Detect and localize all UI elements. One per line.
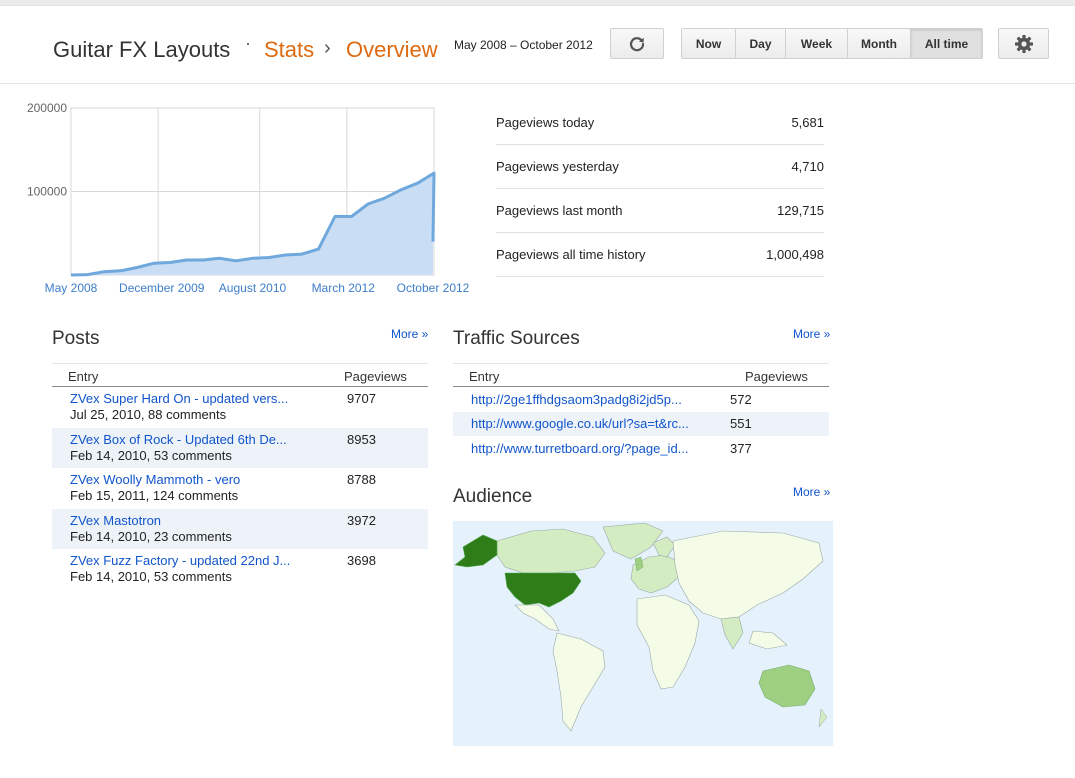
stat-row-yesterday: Pageviews yesterday 4,710 <box>496 145 824 189</box>
audience-title: Audience <box>453 486 533 507</box>
post-meta: Feb 14, 2010, 53 comments <box>70 447 232 463</box>
post-meta: Feb 14, 2010, 53 comments <box>70 569 232 584</box>
chart-x-tick-label: December 2009 <box>119 281 205 295</box>
breadcrumb-separator: › <box>324 37 331 59</box>
stat-value: 5,681 <box>791 115 824 130</box>
table-row: http://www.turretboard.org/?page_id... 3… <box>453 436 829 461</box>
range-month-button[interactable]: Month <box>848 29 911 58</box>
stat-row-last-month: Pageviews last month 129,715 <box>496 189 824 233</box>
stats-summary: Pageviews today 5,681 Pageviews yesterda… <box>496 101 824 277</box>
breadcrumb-dot: · <box>245 33 251 53</box>
refresh-icon <box>629 36 645 51</box>
chart-x-tick-label: March 2012 <box>312 281 376 295</box>
table-header: Entry Pageviews <box>453 363 829 387</box>
date-range: May 2008 – October 2012 <box>454 38 593 52</box>
posts-more-link[interactable]: More » <box>391 327 428 341</box>
post-views: 3698 <box>347 553 376 568</box>
col-entry: Entry <box>469 369 500 384</box>
traffic-views: 572 <box>730 391 752 407</box>
header: Guitar FX Layouts · Stats › Overview May… <box>0 7 1075 84</box>
range-alltime-button[interactable]: All time <box>911 29 982 58</box>
table-row: ZVex Box of Rock - Updated 6th De... Feb … <box>52 427 428 468</box>
posts-table: Entry Pageviews ZVex Super Hard On - upd… <box>52 363 428 590</box>
table-row: ZVex Super Hard On - updated vers... Jul … <box>52 387 428 428</box>
chart-x-tick-label: August 2010 <box>219 281 287 295</box>
stat-row-today: Pageviews today 5,681 <box>496 101 824 145</box>
refresh-button[interactable] <box>610 28 664 59</box>
post-link[interactable]: ZVex Mastotron <box>70 513 347 529</box>
stat-row-all-time: Pageviews all time history 1,000,498 <box>496 233 824 277</box>
traffic-link[interactable]: http://www.turretboard.org/?page_id... <box>453 441 730 456</box>
chart-x-tick-label: October 2012 <box>397 281 470 295</box>
chart-y-tick-label: 100000 <box>27 185 67 199</box>
traffic-more-link[interactable]: More » <box>793 327 830 341</box>
post-link[interactable]: ZVex Super Hard On - updated vers... <box>70 391 347 407</box>
stat-label: Pageviews last month <box>496 203 623 218</box>
blog-title[interactable]: Guitar FX Layouts <box>53 37 230 63</box>
stat-value: 4,710 <box>791 159 824 174</box>
table-header: Entry Pageviews <box>52 363 428 387</box>
range-day-button[interactable]: Day <box>736 29 786 58</box>
stat-label: Pageviews all time history <box>496 247 646 262</box>
stat-value: 129,715 <box>777 203 824 218</box>
traffic-link[interactable]: http://www.google.co.uk/url?sa=t&rc... <box>453 416 730 431</box>
post-views: 8953 <box>347 431 376 447</box>
table-row: ZVex Woolly Mammoth - vero Feb 15, 2011, … <box>52 468 428 509</box>
stat-label: Pageviews yesterday <box>496 159 619 174</box>
top-edge <box>0 0 1075 6</box>
post-views: 9707 <box>347 391 376 406</box>
chart-x-tick-label: May 2008 <box>45 281 98 295</box>
stat-value: 1,000,498 <box>766 247 824 262</box>
table-row: http://2ge1ffhdgsaom3padg8i2jd5p... 572 <box>453 387 829 412</box>
post-meta: Feb 14, 2010, 23 comments <box>70 528 232 544</box>
audience-map[interactable] <box>453 521 833 746</box>
traffic-views: 377 <box>730 440 752 456</box>
traffic-table: Entry Pageviews http://2ge1ffhdgsaom3pad… <box>453 363 829 461</box>
post-meta: Feb 15, 2011, 124 comments <box>70 488 239 503</box>
stat-label: Pageviews today <box>496 115 595 130</box>
traffic-title: Traffic Sources <box>453 328 580 349</box>
range-week-button[interactable]: Week <box>786 29 848 58</box>
breadcrumb-overview: Overview <box>346 37 438 62</box>
range-now-button[interactable]: Now <box>682 29 736 58</box>
post-views: 3972 <box>347 512 376 528</box>
post-link[interactable]: ZVex Box of Rock - Updated 6th De... <box>70 432 347 448</box>
post-views: 8788 <box>347 472 376 487</box>
posts-title: Posts <box>52 328 100 349</box>
col-pageviews: Pageviews <box>745 369 808 384</box>
col-pageviews: Pageviews <box>344 369 407 384</box>
col-entry: Entry <box>68 369 99 384</box>
breadcrumb-stats[interactable]: Stats <box>264 37 314 63</box>
post-link[interactable]: ZVex Woolly Mammoth - vero <box>70 472 347 488</box>
table-row: http://www.google.co.uk/url?sa=t&rc... 5… <box>453 411 829 436</box>
chart-y-tick-label: 200000 <box>27 101 67 115</box>
audience-more-link[interactable]: More » <box>793 485 830 499</box>
settings-button[interactable] <box>998 28 1049 59</box>
pageviews-chart: 200000 100000 May 2008 December 2009 August … <box>27 101 470 295</box>
table-row: ZVex Fuzz Factory - updated 22nd J... Feb… <box>52 549 428 590</box>
post-link[interactable]: ZVex Fuzz Factory - updated 22nd J... <box>70 553 347 569</box>
gear-icon <box>1014 34 1033 53</box>
table-row: ZVex Mastotron Feb 14, 2010, 23 comments … <box>52 508 428 549</box>
world-map <box>454 522 828 732</box>
post-meta: Jul 25, 2010, 88 comments <box>70 407 227 422</box>
traffic-link[interactable]: http://2ge1ffhdgsaom3padg8i2jd5p... <box>453 392 730 407</box>
traffic-views: 551 <box>730 416 752 432</box>
range-selector: Now Day Week Month All time <box>681 28 983 59</box>
